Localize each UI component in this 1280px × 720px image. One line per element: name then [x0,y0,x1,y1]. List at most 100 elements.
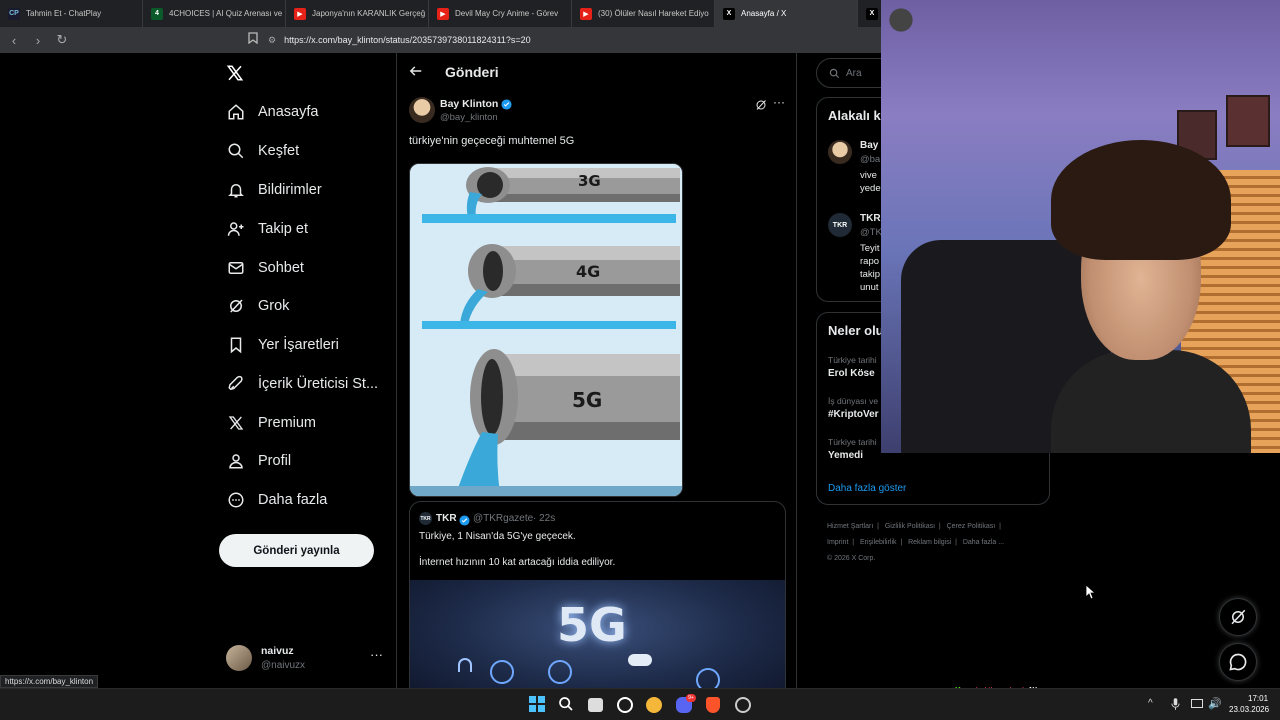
nav-item-grok[interactable]: Grok [226,291,289,321]
author-name[interactable]: Bay Klinton [440,98,512,110]
discord-badge: 9+ [686,694,696,702]
back-arrow-icon[interactable] [409,64,423,83]
trend-item[interactable]: İş dünyası ve #KriptoVer [828,396,879,420]
profile-icon [226,451,246,471]
post-text: türkiye'nin geçeceği muhtemel 5G [409,135,575,147]
account-name: naivuz [261,645,294,657]
tab-0[interactable]: CP Tahmin Et - ChatPlay [0,0,143,27]
footer-separator: | [873,523,883,530]
clock-date[interactable]: 23.03.2026 [1229,705,1269,714]
post-image[interactable]: 3G 4G 5G [409,163,683,497]
nav-label: Premium [258,415,317,431]
messages-float-button[interactable] [1219,643,1257,681]
footer-links: Hizmet Şartları | Gizlilik Politikası | … [827,519,1052,567]
clock-time[interactable]: 17:01 [1248,694,1268,703]
tray-chevron-icon[interactable]: ^ [1148,698,1153,709]
chatgpt-icon[interactable] [617,697,633,713]
volume-icon[interactable]: 🔊 [1208,697,1222,710]
post-button[interactable]: Gönderi yayınla [219,534,374,567]
x-logo-icon[interactable] [226,62,244,88]
youtube-icon: ▶ [294,7,306,20]
windows-start-icon[interactable] [529,696,547,714]
person-name[interactable]: TKR [860,213,881,224]
author-handle[interactable]: @bay_klinton [440,112,498,123]
youtube-icon: ▶ [437,7,449,20]
microphone-icon[interactable] [1171,698,1180,716]
url-bar[interactable]: ⚙ https://x.com/bay_klinton/status/20357… [268,31,888,49]
url-text: https://x.com/bay_klinton/status/2035739… [284,35,531,45]
footer-link[interactable]: Hizmet Şartları [827,523,873,530]
brave-icon[interactable] [706,697,720,713]
nav-item-bookmarks[interactable]: Yer İşaretleri [226,330,339,360]
person-bio: vive [860,170,877,181]
monitor-icon[interactable] [1191,699,1203,708]
nav-item-profile[interactable]: Profil [226,446,291,476]
quoted-post[interactable]: TKR TKR @TKRgazete · 22s Türkiye, 1 Nisa… [409,501,786,688]
person-name[interactable]: Bay [860,140,878,151]
quote-avatar: TKR [419,512,432,525]
verified-badge-icon [501,98,512,110]
more-icon[interactable]: ··· [370,647,383,662]
trend-item[interactable]: Türkiye tarihi Erol Köse [828,355,877,379]
app-icon[interactable] [646,697,662,713]
pipe-label-5g: 5G [572,388,603,412]
grok-icon[interactable] [755,98,767,116]
account-switcher[interactable]: naivuz @naivuzx ··· [226,643,386,677]
nav-item-creator-studio[interactable]: İçerik Üreticisi St... [226,369,378,399]
person-handle: @TK [860,227,882,238]
windows-taskbar: 9+ ^ 🔊 17:01 23.03.2026 [0,688,1280,720]
tab-5[interactable]: X Anasayfa / X [715,0,858,27]
tab-3[interactable]: ▶ Devil May Cry Anime - Görev [429,0,572,27]
person-bio: unut [860,282,879,293]
forward-icon[interactable]: › [28,30,48,50]
nav-item-premium[interactable]: Premium [226,408,316,438]
nav-item-home[interactable]: Anasayfa [226,97,318,127]
nav-item-explore[interactable]: Keşfet [226,136,299,166]
nav-item-chat[interactable]: Sohbet [226,253,304,283]
tab-title: Anasayfa / X [741,9,787,18]
bookmark-icon [226,335,246,355]
site-settings-icon[interactable]: ⚙ [268,35,276,46]
trend-context: Türkiye tarihi [828,437,877,447]
footer-link[interactable]: Imprint [827,539,848,546]
avatar[interactable] [828,140,852,164]
quote-time: · 22s [533,513,556,524]
quote-line-2: İnternet hızının 10 kat artacağı iddia e… [419,557,616,568]
avatar[interactable]: TKR [828,213,852,237]
search-icon[interactable] [558,696,576,714]
card-title: Alakalı k [828,108,881,123]
verified-badge-icon [459,513,470,531]
nav-label: Sohbet [258,260,304,276]
bookmark-icon[interactable] [248,32,258,47]
more-icon[interactable]: ··· [773,95,785,109]
nav-item-more[interactable]: Daha fazla [226,485,327,515]
tab-2[interactable]: ▶ Japonya'nın KARANLIK Gerçeğ [286,0,429,27]
footer-link[interactable]: Çerez Politikası [947,523,996,530]
app-icon[interactable] [735,697,751,713]
footer-separator: | [848,539,859,546]
x-logo-icon [226,413,246,433]
footer-link[interactable]: Gizlilik Politikası [885,523,935,530]
trend-item[interactable]: Türkiye tarihi Yemedi [828,437,877,461]
show-more-link[interactable]: Daha fazla göster [828,483,906,494]
mouse-cursor-icon [1085,584,1097,604]
grok-float-button[interactable] [1219,598,1257,636]
reload-icon[interactable]: ↻ [52,30,72,50]
back-icon[interactable]: ‹ [4,30,24,50]
tab-1[interactable]: 4 4CHOICES | AI Quiz Arenası ve [143,0,286,27]
nav-item-notifications[interactable]: Bildirimler [226,175,322,205]
tab-4[interactable]: ▶ (30) Ölüler Nasıl Hareket Ediyo [572,0,715,27]
nav-label: İçerik Üreticisi St... [258,376,379,392]
footer-link[interactable]: Daha fazla ... [963,539,1004,546]
task-view-icon[interactable] [588,698,603,712]
footer-link[interactable]: Reklam bilgisi [908,539,951,546]
nav-item-follow[interactable]: Takip et [226,214,308,244]
footer-link[interactable]: Erişilebilirlik [860,539,897,546]
tab-favicon: 4 [151,7,163,20]
author-avatar[interactable] [409,97,435,123]
quote-image-5g-text: 5G [557,598,627,652]
nav-label: Takip et [258,221,308,237]
tab-title: Tahmin Et - ChatPlay [26,9,102,18]
trend-context: Türkiye tarihi [828,355,877,365]
quote-handle: @TKRgazete [473,513,534,524]
